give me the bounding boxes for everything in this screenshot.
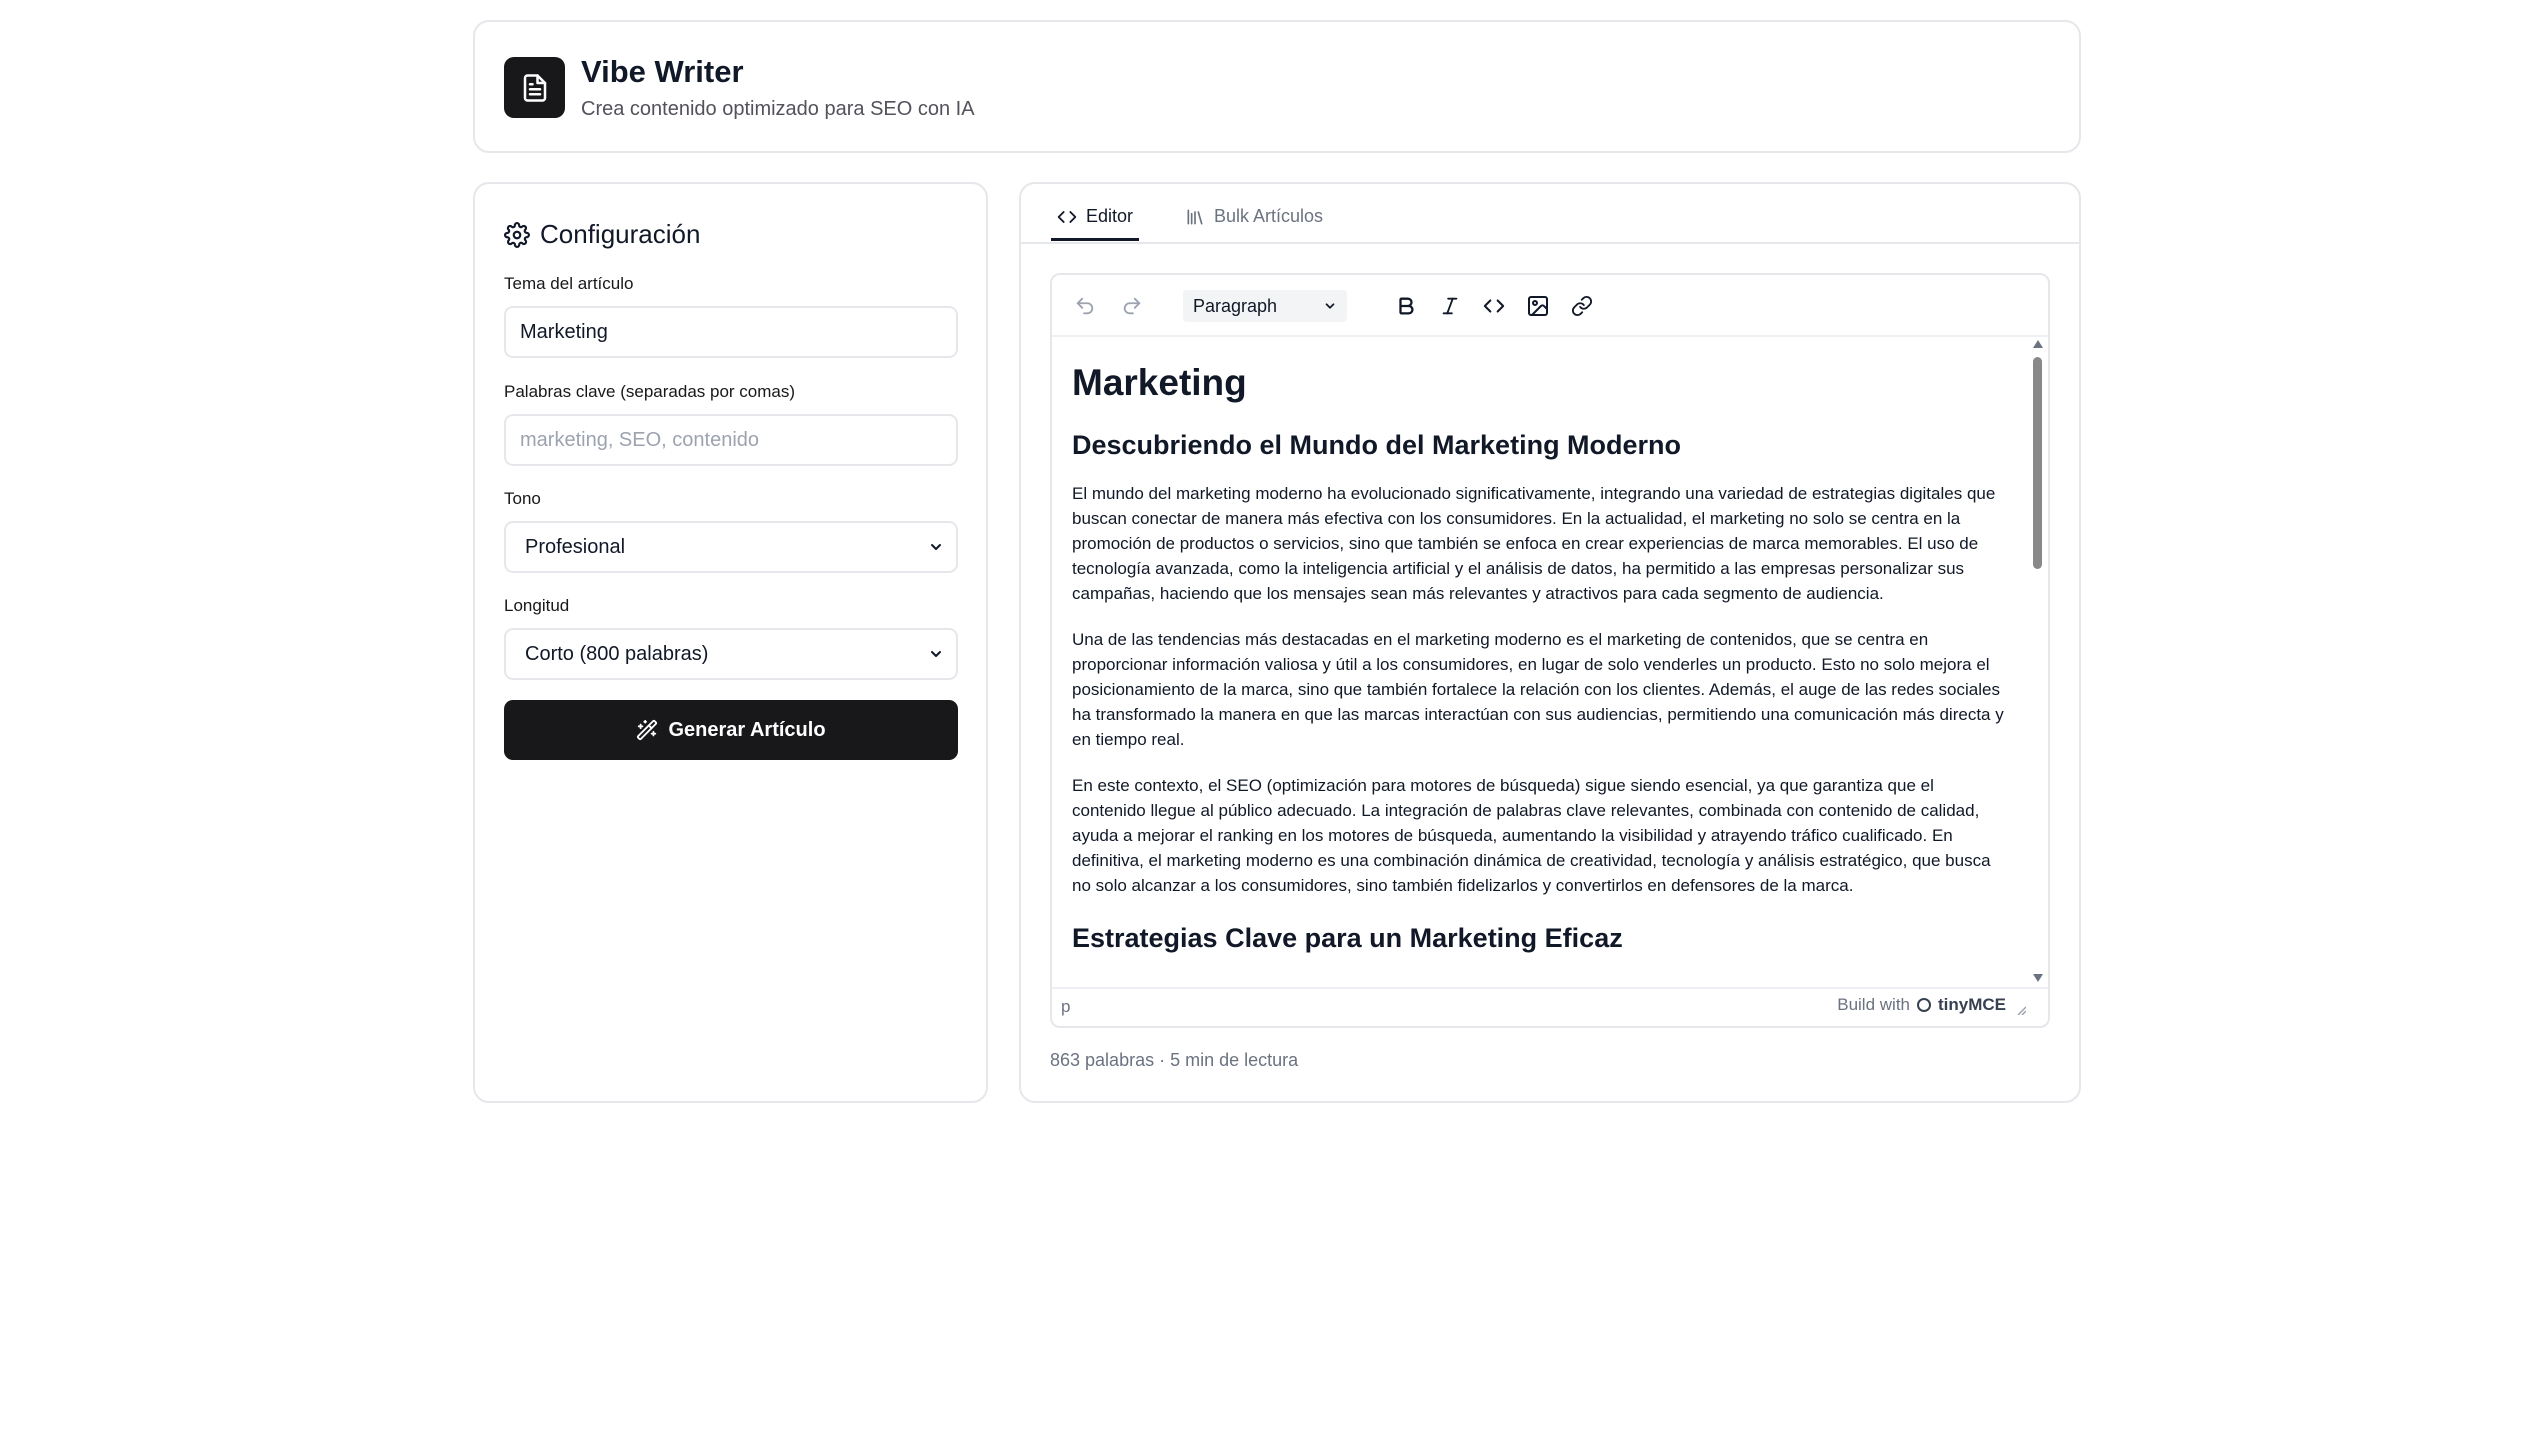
tab-editor-label: Editor [1086, 206, 1134, 226]
active-tab-indicator [1051, 238, 1139, 241]
document-icon [523, 73, 546, 102]
tinymce-branding[interactable]: Build with tinyMCE [1837, 995, 2026, 1015]
undo-icon [1076, 297, 1094, 315]
app-title: Vibe Writer [581, 54, 744, 89]
chevron-down-icon [1325, 303, 1335, 309]
generate-article-button[interactable]: Generar Artículo [504, 700, 958, 760]
tab-editor[interactable]: Editor [1057, 206, 1133, 227]
logo [504, 57, 565, 118]
article-stats: 863 palabras · 5 min de lectura [1050, 1050, 1299, 1070]
tone-label: Tono [504, 489, 541, 508]
chevron-down-icon [931, 544, 941, 550]
generate-article-label: Generar Artículo [668, 718, 826, 741]
image-button[interactable] [1524, 292, 1552, 320]
tone-select[interactable]: Profesional [504, 521, 958, 573]
italic-button[interactable] [1436, 292, 1464, 320]
branding-prefix: Build with [1837, 995, 1910, 1014]
topic-label: Tema del artículo [504, 274, 634, 293]
redo-icon [1123, 297, 1141, 315]
tinymce-logo-icon [1917, 998, 1931, 1012]
bold-button[interactable] [1392, 292, 1420, 320]
rich-text-editor: Paragraph Marketing Descubriendo el Mund… [1050, 273, 2050, 1028]
link-button[interactable] [1568, 292, 1596, 320]
tab-bar: Editor Bulk Artículos [1021, 184, 2079, 244]
article-heading: Descubriendo el Mundo del Marketing Mode… [1072, 430, 1682, 460]
article-paragraph: En este contexto, el SEO (optimización p… [1072, 776, 1991, 895]
scroll-down-arrow-icon [2033, 974, 2043, 982]
gear-icon [504, 221, 530, 248]
article-paragraph: Una de las tendencias más destacadas en … [1072, 630, 2004, 749]
library-icon [1187, 209, 1203, 224]
topic-input[interactable]: Marketing [504, 306, 958, 358]
length-select[interactable]: Corto (800 palabras) [504, 628, 958, 680]
chevron-down-icon [931, 651, 941, 657]
block-format-value: Paragraph [1193, 295, 1278, 316]
code-button[interactable] [1480, 292, 1508, 320]
article-heading: Estrategias Clave para un Marketing Efic… [1072, 923, 1623, 953]
keywords-label: Palabras clave (separadas por comas) [504, 382, 796, 401]
branding-name: tinyMCE [1938, 995, 2006, 1014]
code-icon [1057, 210, 1077, 223]
block-format-select[interactable]: Paragraph [1183, 290, 1347, 322]
image-icon [1528, 296, 1548, 316]
undo-button[interactable] [1071, 292, 1099, 320]
config-title: Configuración [504, 219, 700, 250]
tab-bulk-articles[interactable]: Bulk Artículos [1185, 206, 1323, 227]
length-value: Corto (800 palabras) [525, 642, 709, 665]
link-icon [1571, 295, 1593, 317]
scrollbar-thumb[interactable] [2033, 357, 2042, 569]
editor-statusbar: p Build with tinyMCE [1052, 987, 2048, 1026]
resize-handle-icon[interactable] [2016, 1005, 2026, 1015]
bold-icon [1399, 297, 1414, 315]
article-title: Marketing [1072, 362, 1247, 403]
config-title-text: Configuración [540, 219, 701, 249]
editor-toolbar: Paragraph [1052, 275, 2048, 337]
scroll-up-arrow-icon [2033, 340, 2043, 348]
length-label: Longitud [504, 596, 570, 615]
keywords-input[interactable]: marketing, SEO, contenido [504, 414, 958, 466]
editor-content[interactable]: Marketing Descubriendo el Mundo del Mark… [1052, 337, 2032, 987]
editor-scrollbar[interactable] [2028, 337, 2048, 987]
config-panel: Configuración Tema del artículo Marketin… [473, 182, 988, 1103]
magic-wand-icon [637, 719, 658, 741]
article-paragraph: El mundo del marketing moderno ha evoluc… [1072, 484, 1996, 603]
code-icon [1483, 299, 1505, 313]
app-subtitle: Crea contenido optimizado para SEO con I… [581, 98, 975, 120]
italic-icon [1442, 297, 1458, 315]
tab-bulk-label: Bulk Artículos [1214, 206, 1324, 226]
header-card: Vibe Writer Crea contenido optimizado pa… [473, 20, 2081, 153]
editor-panel: Editor Bulk Artículos Paragraph Marketin… [1019, 182, 2081, 1103]
element-path[interactable]: p [1061, 997, 1070, 1017]
keywords-placeholder: marketing, SEO, contenido [520, 428, 760, 451]
topic-value: Marketing [520, 320, 608, 343]
tone-value: Profesional [525, 535, 626, 558]
redo-button[interactable] [1118, 292, 1146, 320]
